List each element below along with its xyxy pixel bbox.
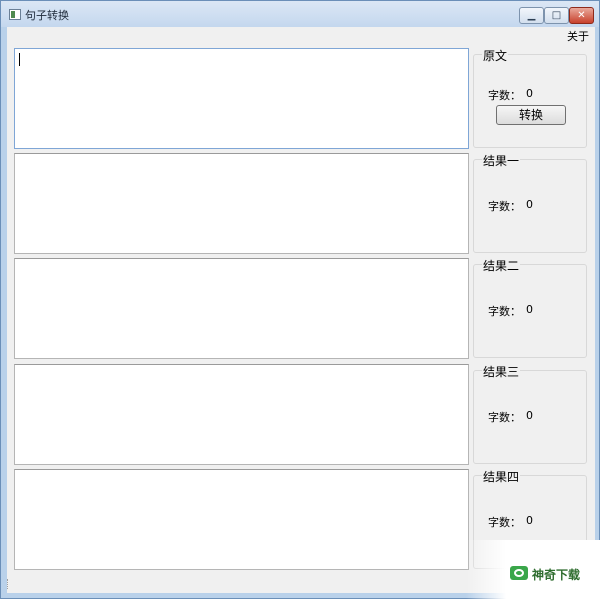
convert-button[interactable]: 转换 [496,105,566,125]
result-1-group: 结果一 字数： 0 [473,152,587,253]
result-1-title: 结果一 [482,152,521,169]
watermark: 神奇下载 [466,540,600,599]
text-caret [19,53,20,66]
result-1-count-label: 字数： [488,200,521,213]
watermark-logo-icon [510,566,528,580]
result-3-textarea[interactable] [14,364,469,465]
result-3-title: 结果三 [482,363,521,380]
result-2-group: 结果二 字数： 0 [473,257,587,358]
result-4-title: 结果四 [482,468,521,485]
maximize-button[interactable]: □ [544,7,569,24]
watermark-text: 神奇下载 [532,568,581,582]
result-3-count-value: 0 [526,409,533,422]
original-group: 原文 字数： 0 转换 [473,47,587,148]
original-group-title: 原文 [482,47,509,64]
original-count-value: 0 [526,87,533,100]
minimize-button[interactable]: ▁ [519,7,544,24]
original-count-label: 字数： [488,89,521,102]
result-4-count-label: 字数： [488,516,521,529]
result-2-title: 结果二 [482,257,521,274]
result-3-count-label: 字数： [488,411,521,424]
window-title: 句子转换 [25,9,69,22]
result-4-textarea[interactable] [14,469,469,570]
original-textarea[interactable] [14,48,469,149]
menu-bar: 关于 [7,27,595,45]
app-window: 句子转换 ▁ □ ✕ 关于 原文 字数： 0 转换 结果一 字数： 0 结果二 … [0,0,600,599]
result-2-textarea[interactable] [14,258,469,359]
title-bar[interactable]: 句子转换 ▁ □ ✕ [1,1,599,27]
menu-item-about[interactable]: 关于 [567,28,589,44]
resize-grip[interactable] [7,579,11,589]
result-3-group: 结果三 字数： 0 [473,363,587,464]
result-1-count-value: 0 [526,198,533,211]
close-button[interactable]: ✕ [569,7,594,24]
result-1-textarea[interactable] [14,153,469,254]
app-icon [9,9,21,20]
result-2-count-label: 字数： [488,305,521,318]
client-area: 关于 原文 字数： 0 转换 结果一 字数： 0 结果二 字数： 0 结果三 字… [7,27,595,593]
result-4-count-value: 0 [526,514,533,527]
result-2-count-value: 0 [526,303,533,316]
